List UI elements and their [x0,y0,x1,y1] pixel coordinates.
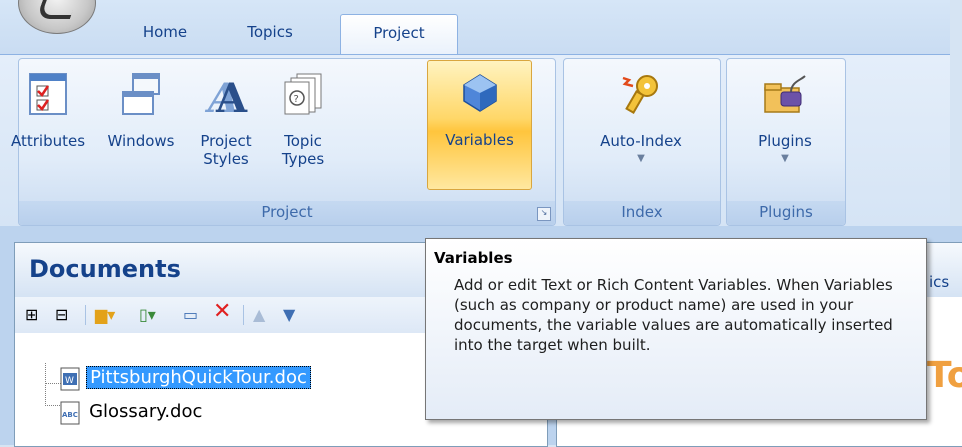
topic-types-label-line2: Types [281,150,325,168]
topic-types-icon: ? [284,73,322,115]
tree-item-glossary[interactable]: ABC Glossary.doc [59,399,202,425]
windows-label: Windows [107,132,175,150]
plugin-icon [764,75,806,113]
topic-types-label-line1: Topic [284,132,322,150]
styles-icon: A A [204,75,248,116]
tooltip-title: Variables [434,249,513,267]
svg-text:?: ? [294,94,299,105]
group-label-plugins: Plugins [727,201,845,225]
group-label-project: Project [19,201,555,225]
delete-icon[interactable]: ✕ [213,301,231,323]
new-folder-icon[interactable]: ▆▾ [95,305,115,325]
topics-header-text: ics [929,273,950,291]
key-icon [622,75,658,115]
variables-tooltip: Variables Add or edit Text or Rich Conte… [425,238,927,420]
checklist-icon [29,73,67,115]
tab-project[interactable]: Project [340,14,458,56]
plugins-button[interactable]: Plugins ▼ [730,64,840,192]
project-styles-label-line2: Styles [203,150,249,168]
documents-title: Documents [29,255,181,283]
project-styles-button[interactable]: A A Project Styles [186,64,266,192]
expand-all-icon[interactable]: ⊞ [25,305,38,325]
tree-item-pittsburghquicktour[interactable]: W PittsburghQuickTour.doc [59,365,311,391]
tab-home[interactable]: Home [120,14,210,54]
attributes-button[interactable]: Attributes [0,64,96,192]
variables-button[interactable]: Variables [427,60,532,190]
toolbar-separator [243,305,244,325]
windows-button[interactable]: Windows [100,64,182,192]
glossary-doc-icon: ABC [60,401,80,424]
tab-topics[interactable]: Topics [225,14,315,54]
word-doc-icon: W [60,367,80,390]
plugins-label: Plugins [758,132,812,150]
svg-text:A: A [215,75,248,116]
auto-index-button[interactable]: Auto-Index ▼ [570,64,712,192]
add-document-icon[interactable]: ▯▾ [139,305,156,325]
topics-big-title: To [927,355,962,396]
project-styles-label-line1: Project [200,132,252,150]
auto-index-dropdown-icon: ▼ [637,153,645,164]
topic-types-button[interactable]: ? Topic Types [268,64,338,192]
move-down-icon[interactable]: ▼ [283,305,295,325]
tooltip-body: Add or edit Text or Rich Content Variabl… [454,276,893,354]
collapse-all-icon[interactable]: ⊟ [55,305,68,325]
windows-icon [122,73,160,115]
dialog-launcher-icon[interactable]: ↘ [537,207,551,221]
variables-label: Variables [445,131,514,149]
file-name-label: Glossary.doc [89,401,203,422]
auto-index-label: Auto-Index [600,132,682,150]
file-name-label: PittsburghQuickTour.doc [86,366,311,389]
toolbar-separator [85,305,86,325]
move-up-icon[interactable]: ▲ [253,305,265,325]
svg-text:W: W [65,376,74,386]
rename-icon[interactable]: ▭ [183,305,198,325]
variables-icon [462,74,497,112]
group-label-index: Index [564,201,720,225]
plugins-dropdown-icon: ▼ [781,153,789,164]
svg-text:ABC: ABC [62,411,78,419]
attributes-label: Attributes [10,132,86,150]
